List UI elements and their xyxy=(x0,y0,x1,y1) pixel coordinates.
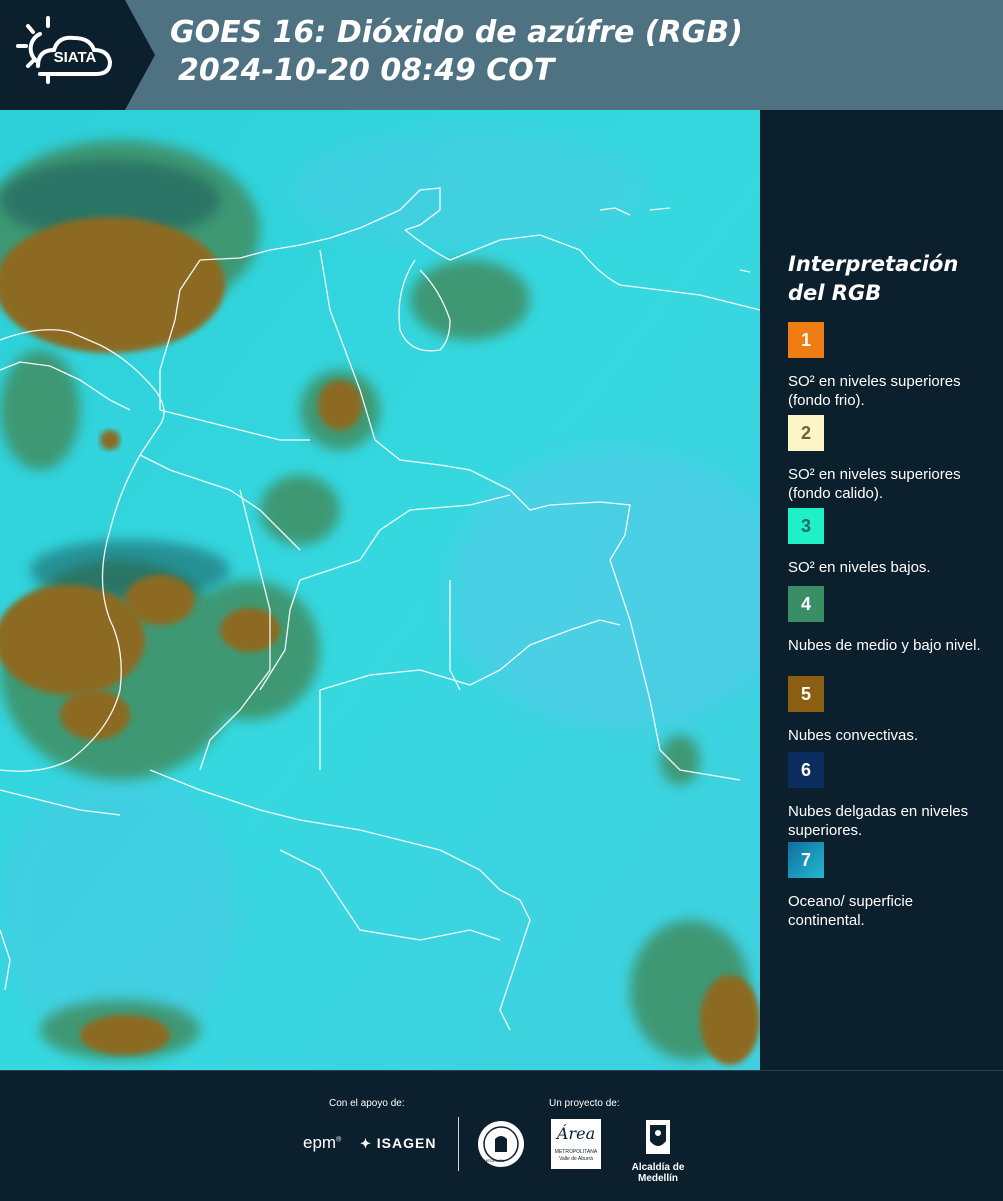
alcaldia-text: Alcaldía de Medellín xyxy=(631,1162,685,1184)
header-bar: SIATA GOES 16: Dióxido de azúfre (RGB) 2… xyxy=(0,0,1003,110)
footer-divider xyxy=(458,1117,459,1171)
legend-item-2: 2 SO² en niveles superiores (fondo calid… xyxy=(788,415,988,503)
legend-title-line-2: del RGB xyxy=(788,281,882,305)
page-title: GOES 16: Dióxido de azúfre (RGB) 2024-10… xyxy=(170,14,743,90)
title-line-2: 2024-10-20 08:49 COT xyxy=(178,53,555,88)
legend-number-6: 6 xyxy=(800,759,811,780)
epm-text: epm xyxy=(303,1133,337,1152)
satellite-image xyxy=(0,110,760,1070)
isagen-logo[interactable]: ✦ ISAGEN xyxy=(360,1135,436,1152)
legend-number-4: 4 xyxy=(800,593,811,614)
area-word: Área xyxy=(556,1124,596,1143)
legend-swatch-7: 7 xyxy=(788,842,824,878)
legend-title: Interpretación del RGB xyxy=(788,250,988,308)
satellite-map[interactable] xyxy=(0,110,760,1070)
legend-item-6: 6 Nubes delgadas en niveles superiores. xyxy=(788,752,988,840)
siata-sun-cloud-icon: SIATA xyxy=(16,16,113,84)
siata-logo[interactable]: SIATA xyxy=(0,0,125,110)
legend-number-7: 7 xyxy=(800,849,811,870)
isagen-icon: ✦ xyxy=(360,1136,372,1151)
area-metropolitana-logo[interactable]: Área METROPOLITANA Valle de Aburrá xyxy=(551,1119,601,1169)
legend-swatch-5: 5 xyxy=(788,676,824,712)
legend-item-3: 3 SO² en niveles bajos. xyxy=(788,508,988,577)
footer: Con el apoyo de: Un proyecto de: epm® ✦ … xyxy=(0,1070,1003,1201)
legend-text-2: SO² en niveles superiores (fondo calido)… xyxy=(788,466,961,502)
legend-text-3: SO² en niveles bajos. xyxy=(788,559,931,576)
legend-number-5: 5 xyxy=(800,683,811,704)
legend-text-4: Nubes de medio y bajo nivel. xyxy=(788,637,981,654)
legend-swatch-4: 4 xyxy=(788,586,824,622)
title-line-1: GOES 16: Dióxido de azúfre (RGB) xyxy=(170,15,743,50)
legend-text-1: SO² en niveles superiores (fondo frio). xyxy=(788,373,961,409)
legend-number-1: 1 xyxy=(800,329,811,350)
legend-swatch-1: 1 xyxy=(788,322,824,358)
legend-item-7: 7 Oceano/ superficie continental. xyxy=(788,842,988,930)
logo-chevron xyxy=(125,0,155,110)
project-label: Un proyecto de: xyxy=(549,1098,620,1109)
legend-text-5: Nubes convectivas. xyxy=(788,727,919,744)
logo-text: SIATA xyxy=(54,49,97,66)
rgb-legend: Interpretación del RGB xyxy=(788,250,988,320)
legend-text-7: Oceano/ superficie continental. xyxy=(788,893,914,929)
legend-number-3: 3 xyxy=(800,515,811,536)
legend-title-line-1: Interpretación xyxy=(788,252,959,276)
coat-of-arms-icon xyxy=(646,1120,670,1154)
legend-item-1: 1 SO² en niveles superiores (fondo frio)… xyxy=(788,322,988,410)
support-label: Con el apoyo de: xyxy=(329,1098,405,1109)
legend-swatch-3: 3 xyxy=(788,508,824,544)
area-sub-2: Valle de Aburrá xyxy=(559,1156,593,1162)
legend-number-2: 2 xyxy=(800,422,811,443)
area-sub: METROPOLITANA xyxy=(554,1149,598,1155)
legend-text-6: Nubes delgadas en niveles superiores. xyxy=(788,803,969,839)
legend-swatch-6: 6 xyxy=(788,752,824,788)
alcaldia-logo[interactable]: Alcaldía de Medellín xyxy=(613,1119,703,1184)
legend-item-4: 4 Nubes de medio y bajo nivel. xyxy=(788,586,988,655)
isagen-text: ISAGEN xyxy=(376,1135,437,1151)
epm-logo[interactable]: epm® xyxy=(303,1133,341,1153)
medellin-seal-logo[interactable]: MEDELLÍN xyxy=(476,1119,526,1174)
seal-text: MEDELLÍN xyxy=(484,1158,505,1163)
legend-swatch-2: 2 xyxy=(788,415,824,451)
legend-item-5: 5 Nubes convectivas. xyxy=(788,676,988,745)
